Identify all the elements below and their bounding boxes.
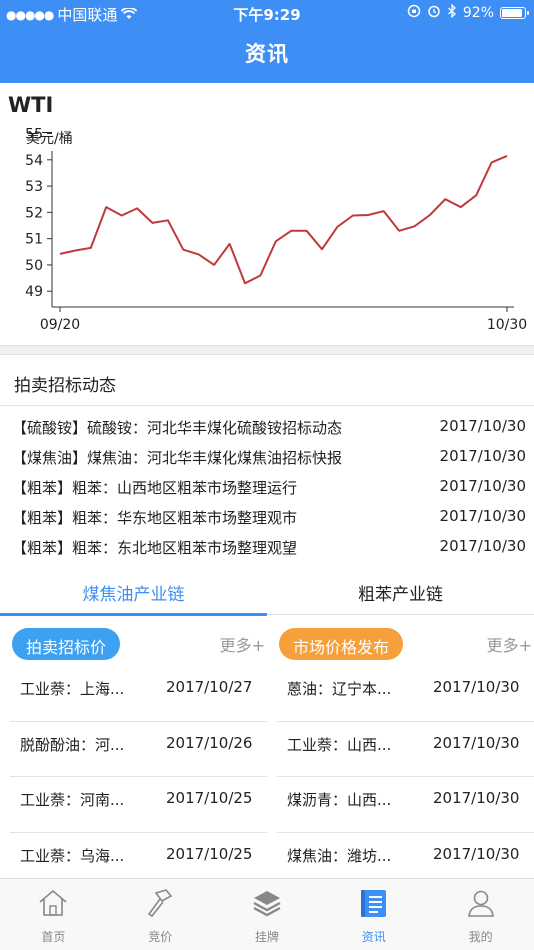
list-item[interactable]: 煤沥青：山西... 2017/10/30 (267, 777, 534, 833)
market-price-more-link[interactable]: 更多+ (487, 632, 532, 656)
list-item-name: 工业萘：河南... (20, 791, 125, 809)
news-item[interactable]: 【煤焦油】煤焦油：河北华丰煤化煤焦油招标快报 2017/10/30 (0, 442, 534, 472)
list-item-date: 2017/10/30 (433, 844, 520, 863)
news-item[interactable]: 【粗苯】粗苯：东北地区粗苯市场整理观望 2017/10/30 (0, 532, 534, 562)
news-item[interactable]: 【粗苯】粗苯：华东地区粗苯市场整理观市 2017/10/30 (0, 502, 534, 532)
list-item[interactable]: 工业萘：上海... 2017/10/27 (0, 666, 267, 722)
wti-chart-card: 美元/桶 49 50 51 52 53 54 55 09/20 10/30 WTI (0, 83, 534, 345)
tabbar-item-listing[interactable]: 挂牌 (214, 879, 321, 950)
battery-percent: 92% (462, 5, 494, 21)
list-item-date: 2017/10/27 (166, 678, 253, 696)
y-tick-label: 50 (25, 258, 43, 274)
list-item-date: 2017/10/26 (166, 733, 253, 752)
tabbar-item-home[interactable]: 首页 (0, 879, 107, 950)
news-item-date: 2017/10/30 (439, 537, 526, 555)
auction-price-badge: 拍卖招标价 (12, 628, 121, 660)
industry-chain-tabs: 煤焦油产业链 粗苯产业链 (0, 571, 534, 616)
top-bar: ●●●●● 中国联通 下午9:29 92% 资讯 (0, 0, 534, 83)
news-item-text: 【粗苯】粗苯：东北地区粗苯市场整理观望 (12, 539, 298, 557)
list-item[interactable]: 工业萘：河南... 2017/10/25 (0, 777, 267, 833)
list-item-name: 工业萘：上海... (20, 680, 125, 698)
chart-title: WTI (8, 93, 54, 117)
tab-coal-tar-chain[interactable]: 煤焦油产业链 (0, 571, 267, 616)
market-price-badge: 市场价格发布 (279, 628, 404, 660)
y-tick-label: 54 (25, 153, 43, 169)
news-item-text: 【粗苯】粗苯：华东地区粗苯市场整理观市 (12, 509, 298, 527)
user-icon (467, 890, 494, 917)
page-title: 资讯 (245, 42, 289, 66)
auction-price-panel: 拍卖招标价 更多+ 工业萘：上海... 2017/10/27 脱酚酚油：河...… (0, 622, 267, 878)
tabbar-item-bidding[interactable]: 竞价 (107, 879, 214, 950)
list-item[interactable]: 脱酚酚油：河... 2017/10/26 (0, 722, 267, 778)
hammer-icon (148, 889, 173, 918)
news-item-date: 2017/10/30 (439, 507, 526, 525)
bottom-tab-bar: 首页 竞价 挂牌 资讯 我的 (0, 878, 534, 950)
news-icon (360, 890, 386, 917)
list-item-name: 工业萘：山西... (287, 735, 392, 754)
auction-news-header: 拍卖招标动态 (0, 356, 534, 406)
auction-news-list: 【硫酸铵】硫酸铵：河北华丰煤化硫酸铵招标动态 2017/10/30 【煤焦油】煤… (0, 412, 534, 562)
list-item-date: 2017/10/30 (433, 733, 520, 752)
news-item-text: 【粗苯】粗苯：山西地区粗苯市场整理运行 (12, 479, 298, 497)
y-tick-label: 55 (25, 127, 43, 143)
list-item[interactable]: 蒽油：辽宁本... 2017/10/30 (267, 666, 534, 722)
auction-price-more-link[interactable]: 更多+ (220, 632, 265, 656)
x-tick-label: 10/30 (487, 317, 527, 333)
y-tick-label: 49 (25, 284, 43, 300)
list-item-name: 蒽油：辽宁本... (287, 680, 392, 698)
list-item[interactable]: 煤焦油：潍坊... 2017/10/30 (267, 833, 534, 879)
wti-price-line (59, 154, 508, 285)
battery-icon (500, 7, 529, 19)
tab-crude-benzene-chain[interactable]: 粗苯产业链 (267, 571, 534, 615)
bluetooth-icon (447, 3, 457, 22)
auction-news-title: 拍卖招标动态 (14, 376, 116, 396)
list-item-name: 煤沥青：山西... (287, 791, 392, 809)
list-item-name: 煤焦油：潍坊... (287, 846, 392, 865)
tabbar-label: 我的 (468, 930, 493, 944)
tabbar-item-profile[interactable]: 我的 (427, 879, 534, 950)
tabbar-label: 首页 (41, 930, 66, 944)
x-tick-label: 09/20 (40, 317, 80, 333)
list-item-date: 2017/10/25 (166, 844, 253, 863)
list-item-date: 2017/10/30 (433, 678, 520, 696)
orientation-lock-icon (407, 4, 421, 22)
list-item[interactable]: 工业萘：乌海... 2017/10/25 (0, 833, 267, 879)
list-item-date: 2017/10/30 (433, 789, 520, 807)
alarm-icon (427, 4, 441, 22)
status-bar: ●●●●● 中国联通 下午9:29 92% (0, 0, 534, 28)
home-icon (39, 889, 67, 916)
news-item-date: 2017/10/30 (439, 447, 526, 465)
section-divider (0, 345, 534, 355)
y-tick-label: 51 (25, 232, 43, 248)
tabbar-label: 竞价 (148, 930, 173, 944)
list-item-name: 工业萘：乌海... (20, 846, 125, 865)
y-tick-label: 52 (25, 205, 43, 221)
list-item-name: 脱酚酚油：河... (20, 735, 125, 754)
y-tick-label: 53 (25, 179, 43, 195)
news-item-text: 【煤焦油】煤焦油：河北华丰煤化煤焦油招标快报 (12, 449, 343, 467)
tabbar-label: 挂牌 (254, 930, 279, 944)
layers-icon (253, 891, 281, 917)
list-item[interactable]: 工业萘：山西... 2017/10/30 (267, 722, 534, 778)
tabbar-item-news[interactable]: 资讯 (320, 879, 427, 950)
wti-line-chart: 美元/桶4950515253545509/20 10/30 (25, 127, 527, 333)
news-item-text: 【硫酸铵】硫酸铵：河北华丰煤化硫酸铵招标动态 (12, 419, 343, 437)
tabbar-label: 资讯 (361, 930, 386, 944)
market-price-panel: 市场价格发布 更多+ 蒽油：辽宁本... 2017/10/30 工业萘：山西..… (267, 622, 534, 878)
news-item-date: 2017/10/30 (439, 477, 526, 495)
news-item[interactable]: 【硫酸铵】硫酸铵：河北华丰煤化硫酸铵招标动态 2017/10/30 (0, 412, 534, 442)
list-item-date: 2017/10/25 (166, 789, 253, 807)
news-item[interactable]: 【粗苯】粗苯：山西地区粗苯市场整理运行 2017/10/30 (0, 472, 534, 502)
news-item-date: 2017/10/30 (439, 417, 526, 435)
